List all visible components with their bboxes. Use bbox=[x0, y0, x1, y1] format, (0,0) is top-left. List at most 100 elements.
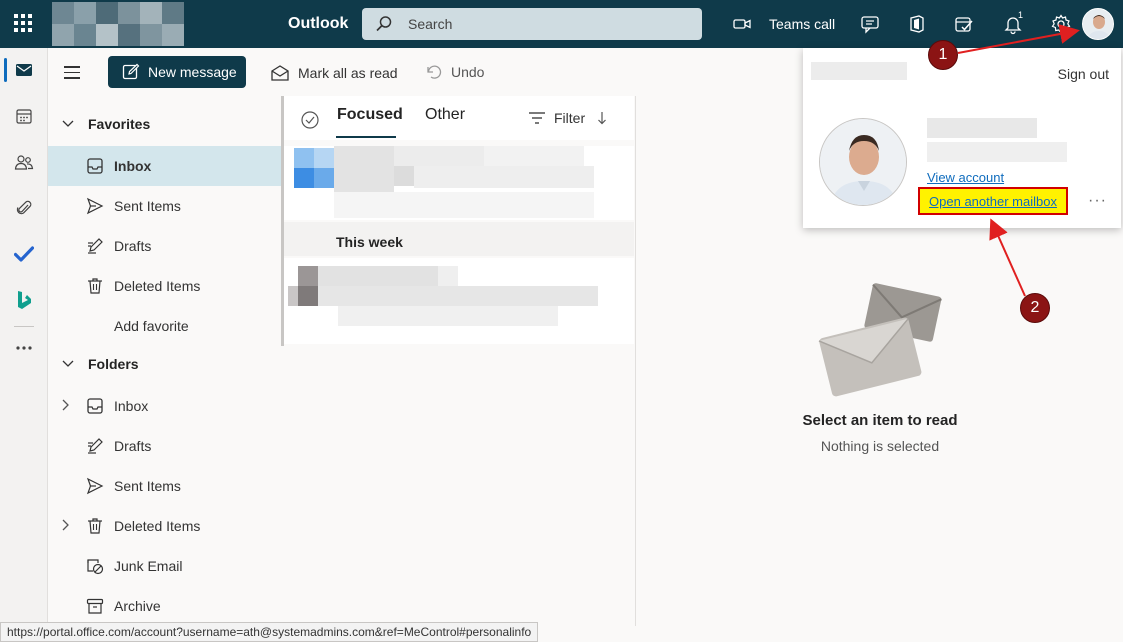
hamburger-menu-icon[interactable] bbox=[64, 66, 80, 83]
favorite-drafts-label: Drafts bbox=[114, 238, 152, 254]
trash-icon bbox=[88, 518, 102, 534]
folders-header[interactable]: Folders bbox=[48, 344, 282, 384]
folder-pane: Favorites Inbox Sent Items Drafts Delete… bbox=[48, 96, 282, 626]
person-photo-icon bbox=[1083, 9, 1113, 39]
new-message-button[interactable]: New message bbox=[108, 56, 246, 88]
favorite-deleted-items[interactable]: Deleted Items bbox=[48, 266, 282, 306]
app-launcher-icon[interactable] bbox=[12, 12, 34, 34]
folder-inbox-label: Inbox bbox=[114, 398, 149, 414]
office-icon[interactable] bbox=[906, 13, 928, 35]
more-apps-icon[interactable] bbox=[12, 336, 36, 360]
folder-archive[interactable]: Archive bbox=[48, 586, 282, 626]
more-options-icon[interactable]: ··· bbox=[1088, 192, 1107, 210]
empty-state-subtitle: Nothing is selected bbox=[820, 438, 940, 454]
mail-icon[interactable] bbox=[12, 58, 36, 82]
favorites-header[interactable]: Favorites bbox=[48, 104, 282, 144]
message-list-header: Focused Other Filter bbox=[284, 96, 634, 140]
search-icon bbox=[376, 16, 392, 32]
favorites-header-label: Favorites bbox=[88, 116, 151, 132]
annotation-badge-1: 1 bbox=[928, 40, 958, 70]
compose-icon bbox=[122, 63, 140, 80]
tab-other[interactable]: Other bbox=[425, 106, 465, 124]
command-bar: New message Mark all as read Undo bbox=[48, 48, 803, 96]
sent-icon bbox=[86, 477, 104, 495]
favorite-sent-items[interactable]: Sent Items bbox=[48, 186, 282, 226]
folder-archive-label: Archive bbox=[114, 598, 161, 614]
my-day-icon[interactable] bbox=[953, 13, 975, 35]
select-all-check-icon[interactable] bbox=[300, 110, 320, 130]
favorite-inbox[interactable]: Inbox bbox=[48, 146, 282, 186]
chat-feedback-icon[interactable] bbox=[859, 13, 881, 35]
people-icon[interactable] bbox=[12, 150, 36, 174]
chevron-down-icon bbox=[48, 360, 88, 368]
inbox-icon bbox=[87, 158, 103, 174]
empty-state-title: Select an item to read bbox=[802, 412, 958, 429]
undo-label: Undo bbox=[451, 64, 485, 80]
folder-junk-email[interactable]: Junk Email bbox=[48, 546, 282, 586]
folder-sent-items[interactable]: Sent Items bbox=[48, 466, 282, 506]
favorite-drafts[interactable]: Drafts bbox=[48, 226, 282, 266]
inbox-icon bbox=[87, 398, 103, 414]
search-placeholder: Search bbox=[408, 16, 453, 32]
video-camera-icon bbox=[733, 19, 751, 29]
chevron-right-icon[interactable] bbox=[62, 519, 70, 531]
filter-button[interactable]: Filter bbox=[528, 110, 615, 126]
folder-junk-email-label: Junk Email bbox=[114, 558, 183, 574]
sign-out-link[interactable]: Sign out bbox=[1058, 66, 1109, 82]
mark-all-read-button[interactable]: Mark all as read bbox=[270, 64, 398, 82]
gear-icon[interactable] bbox=[1050, 13, 1072, 35]
open-another-mailbox-link[interactable]: Open another mailbox bbox=[918, 187, 1068, 215]
account-manager-panel: Sign out View account Open another mailb… bbox=[803, 48, 1121, 228]
trash-icon bbox=[88, 278, 102, 294]
add-favorite-label: Add favorite bbox=[114, 318, 189, 334]
attachment-icon[interactable] bbox=[12, 196, 36, 220]
teams-call-label: Teams call bbox=[769, 16, 836, 32]
sent-icon bbox=[86, 197, 104, 215]
folder-inbox[interactable]: Inbox bbox=[48, 386, 282, 426]
undo-button[interactable]: Undo bbox=[425, 64, 484, 80]
account-photo bbox=[819, 118, 907, 206]
rail-active-indicator bbox=[4, 58, 7, 82]
new-message-label: New message bbox=[148, 64, 237, 80]
drafts-icon bbox=[88, 238, 103, 254]
account-name-blurred bbox=[927, 118, 1037, 138]
person-photo-icon bbox=[820, 119, 906, 205]
organization-name-blurred bbox=[811, 62, 907, 80]
filter-label: Filter bbox=[554, 110, 586, 126]
teams-call-button[interactable]: Teams call bbox=[733, 12, 835, 36]
account-avatar-button[interactable] bbox=[1082, 8, 1114, 40]
chevron-right-icon[interactable] bbox=[62, 399, 70, 411]
message-item-blurred-1[interactable] bbox=[284, 146, 634, 220]
tab-focused[interactable]: Focused bbox=[337, 106, 403, 124]
drafts-icon bbox=[88, 438, 103, 454]
sort-arrow-icon[interactable] bbox=[597, 111, 607, 125]
annotation-badge-2: 2 bbox=[1020, 293, 1050, 323]
account-email-blurred bbox=[927, 142, 1067, 162]
add-favorite-link[interactable]: Add favorite bbox=[48, 306, 282, 346]
todo-check-icon[interactable] bbox=[12, 242, 36, 266]
organization-logo-blurred bbox=[52, 2, 184, 46]
folder-deleted-items[interactable]: Deleted Items bbox=[48, 506, 282, 546]
envelopes-illustration-icon bbox=[818, 283, 942, 397]
app-title[interactable]: Outlook bbox=[288, 15, 348, 33]
mark-all-read-label: Mark all as read bbox=[298, 65, 398, 81]
chevron-down-icon bbox=[48, 120, 88, 128]
folder-deleted-items-label: Deleted Items bbox=[114, 518, 201, 534]
favorite-deleted-items-label: Deleted Items bbox=[114, 278, 201, 294]
envelope-open-icon bbox=[271, 65, 289, 81]
search-box[interactable]: Search bbox=[362, 8, 702, 40]
top-bar: Outlook Search Teams call 1 bbox=[0, 0, 1123, 48]
junk-icon bbox=[87, 559, 104, 575]
message-item-blurred-2[interactable] bbox=[284, 258, 634, 344]
folders-header-label: Folders bbox=[88, 356, 139, 372]
calendar-icon[interactable] bbox=[12, 104, 36, 128]
tab-focused-underline bbox=[336, 136, 396, 138]
app-rail bbox=[0, 48, 48, 642]
undo-icon bbox=[427, 65, 442, 79]
filter-icon bbox=[529, 112, 545, 124]
view-account-link[interactable]: View account bbox=[927, 170, 1004, 185]
section-this-week: This week bbox=[284, 222, 634, 256]
folder-drafts[interactable]: Drafts bbox=[48, 426, 282, 466]
bookings-icon[interactable] bbox=[12, 288, 36, 312]
section-this-week-label: This week bbox=[336, 234, 403, 250]
